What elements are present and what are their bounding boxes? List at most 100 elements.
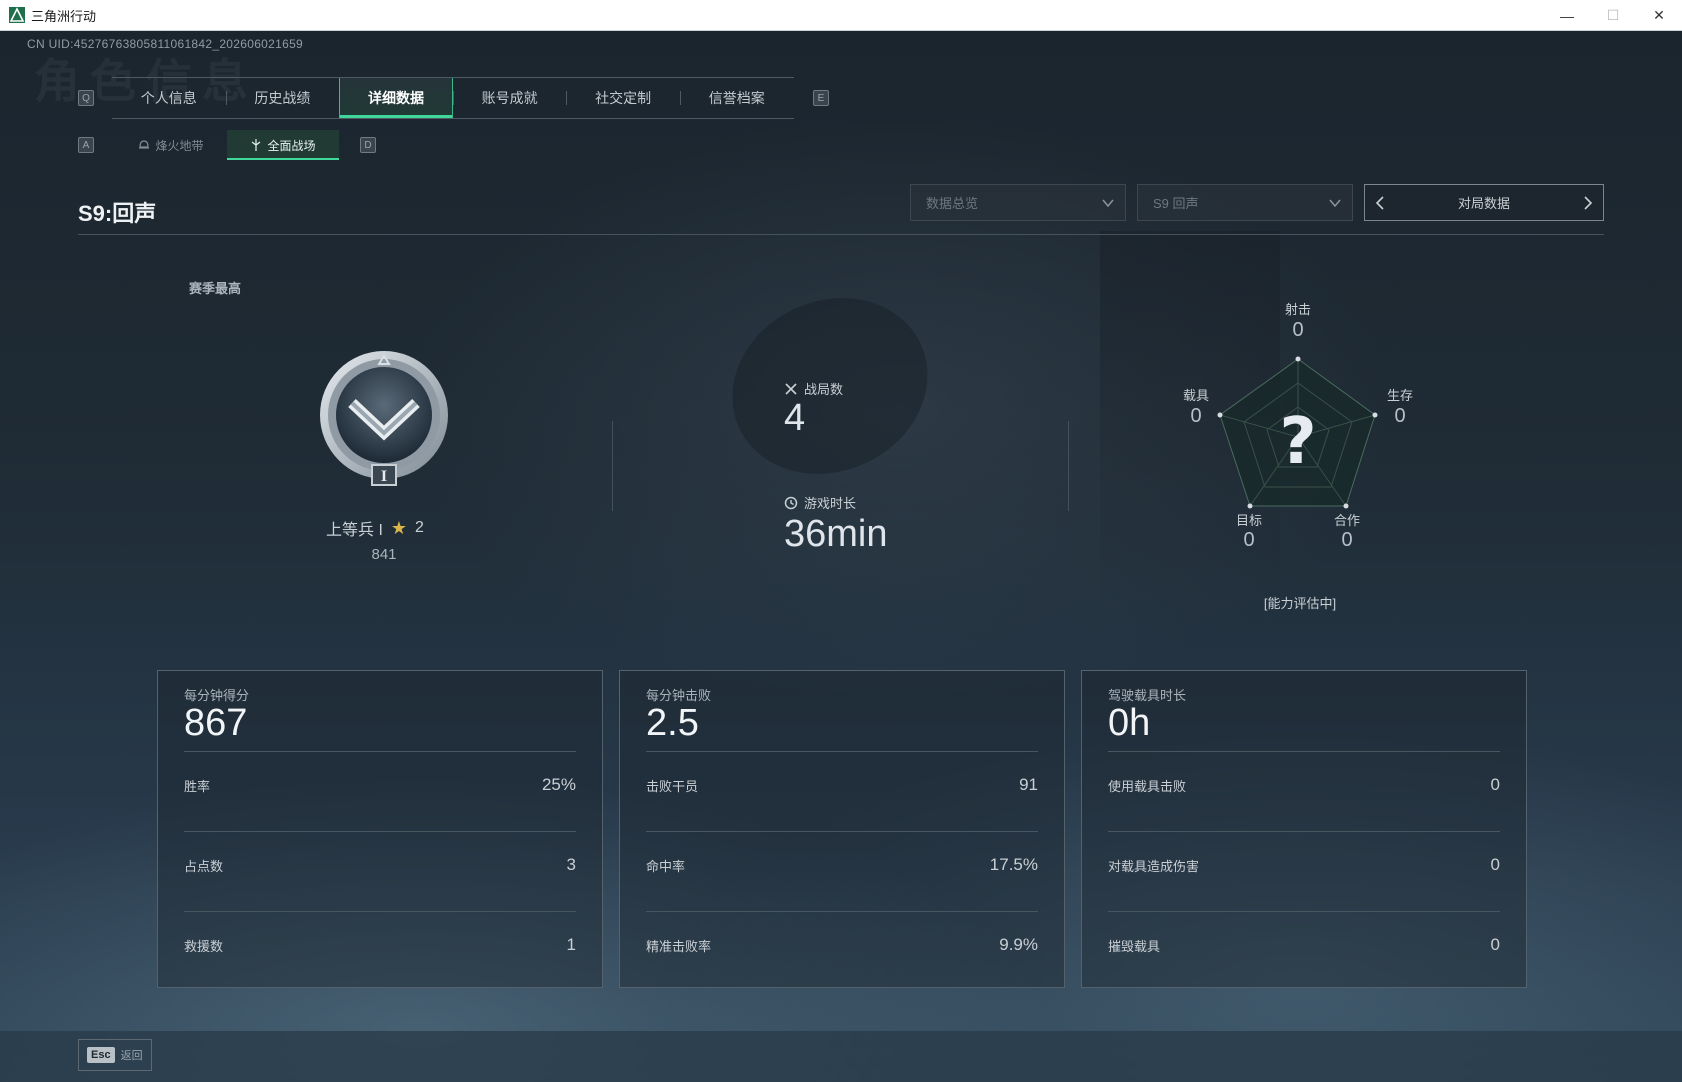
card-row: 救援数 1 xyxy=(184,935,576,955)
card-divider xyxy=(646,831,1038,832)
section-divider xyxy=(1068,421,1069,511)
window-title: 三角洲行动 xyxy=(31,8,97,24)
row-label: 击败干员 xyxy=(646,778,699,794)
crosshair-icon xyxy=(252,139,261,151)
season-best-label: 赛季最高 xyxy=(189,281,242,296)
crossed-swords-icon xyxy=(785,382,797,395)
rank-badge-icon: I xyxy=(320,351,448,486)
helmet-icon xyxy=(139,140,150,149)
season-title: S9:回声 xyxy=(78,201,157,226)
chevron-down-icon xyxy=(1329,199,1341,207)
ability-status: [能力评估中] xyxy=(1263,596,1337,611)
radar-value-survival: 0 xyxy=(1394,405,1406,427)
radar-label-vehicle: 载具 xyxy=(1182,388,1209,403)
tab-social[interactable]: 社交定制 xyxy=(566,78,680,118)
card-row: 命中率 17.5% xyxy=(646,855,1038,875)
data-type-label: 对局数据 xyxy=(1457,196,1510,211)
row-value: 0 xyxy=(1490,855,1500,874)
matches-value: 4 xyxy=(784,397,806,439)
game-screen: 角色信息 CN UID:4527676380581106184​2_202606… xyxy=(0,31,1682,1082)
row-value: 17.5% xyxy=(989,855,1038,874)
stat-card-kills: 每分钟击败 2.5 击败干员 91 命中率 17.5% 精准击败率 9.9% xyxy=(619,670,1065,988)
tab-mode-warfare[interactable]: 全面战场 xyxy=(227,130,339,160)
row-value: 0 xyxy=(1490,775,1500,794)
tab-achievements[interactable]: 账号成就 xyxy=(452,78,567,118)
card-value: 2.5 xyxy=(646,702,699,744)
main-tabs: 个人信息 历史战绩 详细数据 账号成就 社交定制 信誉档案 xyxy=(112,77,794,119)
row-value: 0 xyxy=(1490,935,1500,954)
card-row: 对载具造成伤害 0 xyxy=(1108,855,1500,875)
playtime-label-text: 游戏时长 xyxy=(804,496,857,511)
row-label: 占点数 xyxy=(184,858,224,874)
row-value: 91 xyxy=(1019,775,1038,794)
season-dropdown[interactable]: S9 回声 xyxy=(1137,184,1353,221)
playtime-value: 36min xyxy=(784,513,888,555)
row-value: 1 xyxy=(566,935,576,954)
card-row: 摧毁载具 0 xyxy=(1108,935,1500,955)
tab-personal-info[interactable]: 个人信息 xyxy=(112,78,226,118)
back-button[interactable]: Esc 返回 xyxy=(78,1039,152,1071)
card-divider xyxy=(1108,831,1500,832)
radar-label-objective: 目标 xyxy=(1235,513,1262,528)
row-value: 25% xyxy=(541,775,576,794)
playtime-label: 游戏时长 xyxy=(784,493,856,512)
clock-icon xyxy=(784,496,798,509)
card-row: 使用载具击败 0 xyxy=(1108,775,1500,795)
tab-mode-extraction[interactable]: 烽火地带 xyxy=(115,130,227,160)
radar-label-survival: 生存 xyxy=(1386,388,1413,403)
tab-detailed-data[interactable]: 详细数据 xyxy=(339,78,453,118)
key-hint-next-tab: E xyxy=(813,90,829,106)
rank-title: 上等兵 I xyxy=(326,522,383,539)
season-dropdown-value: S9 回声 xyxy=(1153,196,1199,211)
card-divider xyxy=(646,911,1038,912)
header-divider xyxy=(78,234,1604,235)
window-titlebar: 三角洲行动 — ☐ ✕ xyxy=(0,0,1682,31)
row-label: 摧毁载具 xyxy=(1108,938,1161,954)
row-label: 命中率 xyxy=(646,858,686,874)
rank-points: 841 xyxy=(371,546,397,563)
data-type-switcher: 对局数据 xyxy=(1364,184,1604,221)
ability-radar-chart: ? xyxy=(1217,356,1378,509)
row-value: 3 xyxy=(566,855,576,874)
card-row: 精准击败率 9.9% xyxy=(646,935,1038,955)
matches-label: 战局数 xyxy=(784,379,843,398)
esc-key-hint: Esc xyxy=(87,1047,115,1063)
card-divider xyxy=(1108,751,1500,752)
tab-mode-extraction-label: 烽火地带 xyxy=(155,138,204,153)
app-logo-icon xyxy=(9,7,25,23)
card-value: 867 xyxy=(184,702,248,744)
minimize-button[interactable]: — xyxy=(1544,0,1590,31)
player-uid: CN UID:4527676380581106184​2_20260602165… xyxy=(27,37,304,51)
star-icon: ★ xyxy=(390,517,408,538)
row-label: 胜率 xyxy=(184,778,211,794)
tab-reputation[interactable]: 信誉档案 xyxy=(679,78,794,118)
chevron-down-icon xyxy=(1102,199,1114,207)
card-row: 击败干员 91 xyxy=(646,775,1038,795)
section-divider xyxy=(612,421,613,511)
radar-label-shooting: 射击 xyxy=(1284,302,1311,317)
card-divider xyxy=(184,751,576,752)
chevron-right-icon[interactable] xyxy=(1581,195,1595,211)
card-row: 占点数 3 xyxy=(184,855,576,875)
rank-stars: 2 xyxy=(415,519,424,536)
stat-card-score: 每分钟得分 867 胜率 25% 占点数 3 救援数 1 xyxy=(157,670,603,988)
card-divider xyxy=(184,911,576,912)
view-dropdown-value: 数据总览 xyxy=(926,196,979,211)
card-value: 0h xyxy=(1108,702,1151,744)
view-dropdown[interactable]: 数据总览 xyxy=(910,184,1126,221)
bottom-bar: Esc 返回 xyxy=(0,1031,1682,1082)
mode-tabs: 烽火地带 全面战场 xyxy=(115,130,339,160)
maximize-button[interactable]: ☐ xyxy=(1590,0,1636,31)
row-label: 救援数 xyxy=(184,938,224,954)
back-label: 返回 xyxy=(120,1050,143,1062)
close-button[interactable]: ✕ xyxy=(1636,0,1682,31)
key-hint-next-subtab: D xyxy=(360,137,376,153)
svg-text:I: I xyxy=(381,468,387,485)
row-label: 精准击败率 xyxy=(646,938,712,954)
tab-mode-warfare-label: 全面战场 xyxy=(267,138,316,153)
tab-match-history[interactable]: 历史战绩 xyxy=(225,78,340,118)
card-row: 胜率 25% xyxy=(184,775,576,795)
radar-value-objective: 0 xyxy=(1243,529,1255,551)
card-divider xyxy=(646,751,1038,752)
chevron-left-icon[interactable] xyxy=(1373,195,1387,211)
